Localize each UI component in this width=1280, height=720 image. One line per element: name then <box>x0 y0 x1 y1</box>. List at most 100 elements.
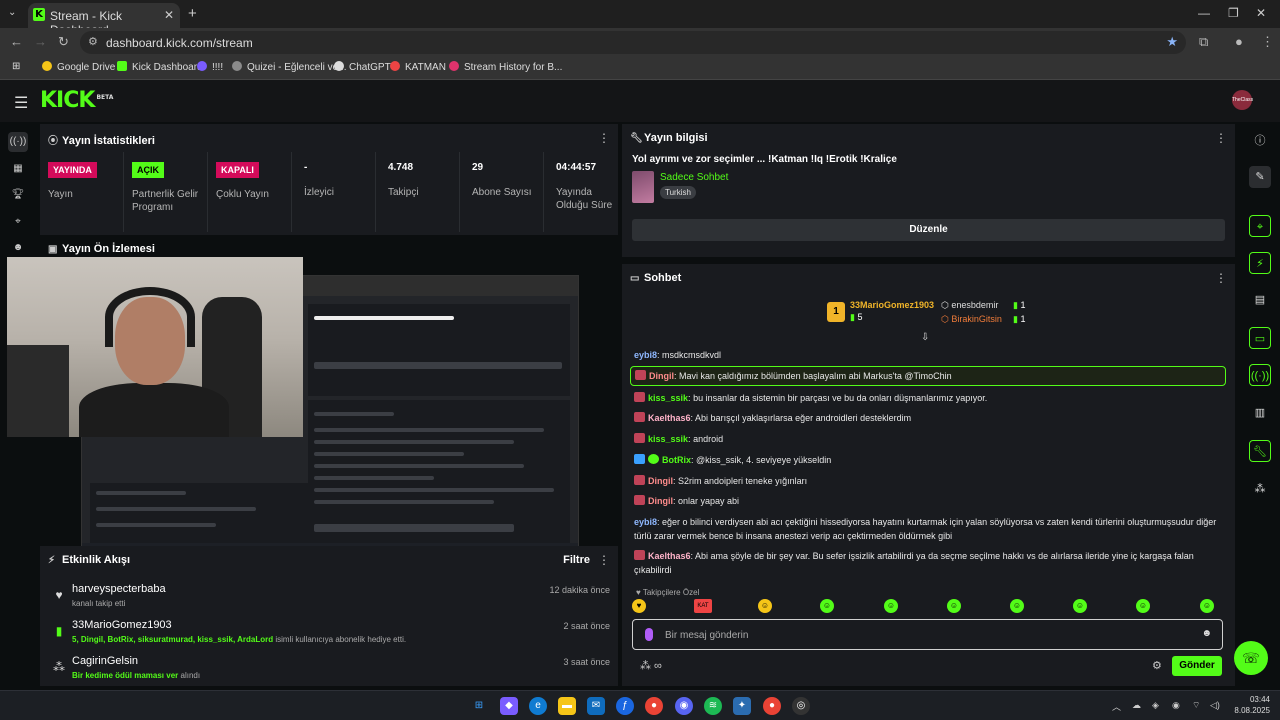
avatar[interactable]: TheClass <box>1232 90 1253 110</box>
kick-logo[interactable]: KICK BETA <box>40 88 113 113</box>
shapes-icon[interactable]: ⁂ <box>1249 478 1271 500</box>
close-tab-icon[interactable]: ✕ <box>164 8 174 22</box>
emoji-icon[interactable]: ☻ <box>1201 628 1212 639</box>
vpn-icon[interactable]: ✦ <box>733 697 751 715</box>
emote-icon[interactable]: ☺ <box>758 599 772 613</box>
gift-icon: ▮ <box>55 624 63 638</box>
gifter-3[interactable]: ⬡ BirakinGitsin <box>941 314 1002 325</box>
reload-icon[interactable]: ↻ <box>58 34 69 50</box>
gifter-2[interactable]: ⬡ enesbdemir <box>941 300 998 311</box>
document-icon[interactable]: ▤ <box>1249 289 1271 311</box>
emote-icon[interactable]: ☺ <box>1073 599 1087 613</box>
forward-icon[interactable]: → <box>34 34 47 49</box>
dashboard-nav-icon[interactable]: ▦ <box>8 159 28 179</box>
emote-icon[interactable]: ♥ <box>632 599 646 613</box>
obs-icon[interactable]: ◎ <box>792 697 810 715</box>
event-text: Bir kedime ödül maması ver alındı <box>72 671 201 680</box>
new-tab-icon[interactable]: + <box>188 5 197 22</box>
back-icon[interactable]: ← <box>10 34 23 49</box>
tray-chevron-icon[interactable]: ︿ <box>1112 700 1121 713</box>
browser-tab[interactable]: K Stream - Kick Dashboard ✕ <box>28 3 180 37</box>
profile-icon[interactable]: ● <box>1235 34 1243 49</box>
edit-button[interactable]: Düzenle <box>632 219 1225 241</box>
emote-icon[interactable]: ☺ <box>820 599 834 613</box>
send-button[interactable]: Gönder <box>1172 656 1222 676</box>
bookmark-star-icon[interactable]: ★ <box>1166 34 1178 50</box>
tray-cloud-icon[interactable]: ☁ <box>1132 700 1141 711</box>
event-user[interactable]: harveyspecterbaba <box>72 583 166 595</box>
chrome-active-icon[interactable]: ● <box>763 697 781 715</box>
tab-list-icon[interactable]: ⌄ <box>8 7 16 18</box>
bookmark-quizei[interactable]: Quizei - Eğlenceli ve... <box>232 61 347 73</box>
event-time: 12 dakika önce <box>549 585 610 595</box>
stats-more-icon[interactable]: ⋮ <box>598 131 610 145</box>
capture-icon[interactable]: ⌖ <box>8 212 28 232</box>
stream-nav-icon[interactable]: ((·)) <box>8 132 28 152</box>
event-user[interactable]: CagirinGelsin <box>72 655 138 667</box>
bookmark-kick-dashboard[interactable]: Kick Dashboard <box>117 61 203 73</box>
app-icon[interactable]: ƒ <box>616 697 634 715</box>
rank-badge: 1 <box>827 302 845 322</box>
category-name[interactable]: Sadece Sohbet <box>660 172 728 183</box>
menu-icon[interactable]: ☰ <box>14 93 28 113</box>
chat-settings-icon[interactable]: ⚙ <box>1152 659 1162 672</box>
bookmark-exclaim[interactable]: !!!! <box>197 61 223 73</box>
mail-icon[interactable]: ✉ <box>587 697 605 715</box>
broadcast-icon[interactable]: ((·)) <box>1249 364 1271 386</box>
apps-grid-icon[interactable]: ⊞ <box>12 61 20 72</box>
stream-preview[interactable] <box>7 257 618 554</box>
extensions-infinity-icon[interactable]: ⁂ ∞ <box>640 659 662 672</box>
wrench-icon[interactable]: 🔧︎ <box>1249 440 1271 462</box>
community-icon[interactable]: ☻ <box>8 238 28 258</box>
edge-icon[interactable]: e <box>529 697 547 715</box>
site-settings-icon[interactable]: ⚙ <box>88 35 98 48</box>
chrome-icon[interactable]: ● <box>645 697 663 715</box>
emote-icon[interactable]: ☺ <box>947 599 961 613</box>
camera-icon[interactable]: ⌖ <box>1249 215 1271 237</box>
wifi-icon[interactable]: ⌔ <box>1192 700 1200 711</box>
emote-icon[interactable]: ☺ <box>884 599 898 613</box>
emote-icon[interactable]: ☺ <box>1136 599 1150 613</box>
stream-info-title: 🔧︎Yayın bilgisi <box>630 132 708 144</box>
emote-icon[interactable]: KAT <box>694 599 712 613</box>
minimize-icon[interactable]: — <box>1198 6 1210 20</box>
emote-icon[interactable]: ☺ <box>1010 599 1024 613</box>
chat-scroll-icon[interactable]: ⇩ <box>921 332 929 343</box>
events-more-icon[interactable]: ⋮ <box>598 553 610 567</box>
bookmark-katman[interactable]: KATMAN <box>390 61 446 73</box>
bookmark-chatgpt[interactable]: ChatGPT <box>334 61 391 73</box>
layers-icon[interactable]: ▥ <box>1249 402 1271 424</box>
support-chat-button[interactable]: ☏ <box>1234 641 1268 675</box>
bookmark-stream-history[interactable]: Stream History for B... <box>449 61 562 73</box>
url-omnibox[interactable]: ⚙ dashboard.kick.com/stream ★ <box>80 31 1186 54</box>
tray-app-icon[interactable]: ◈ <box>1152 700 1159 711</box>
spotify-icon[interactable]: ≋ <box>704 697 722 715</box>
extensions-icon[interactable]: ⧉ <box>1199 34 1208 50</box>
stream-info-more-icon[interactable]: ⋮ <box>1215 131 1227 145</box>
chat-icon[interactable]: ▭ <box>1249 327 1271 349</box>
top-gifter-name[interactable]: 33MarioGomez1903 <box>850 300 934 310</box>
close-window-icon[interactable]: ✕ <box>1256 6 1266 20</box>
microphone-icon[interactable] <box>645 628 653 641</box>
maximize-icon[interactable]: ❐ <box>1228 6 1239 20</box>
browser-menu-icon[interactable]: ⋮ <box>1261 34 1274 50</box>
tray-discord-icon[interactable]: ◉ <box>1172 700 1180 711</box>
event-user[interactable]: 33MarioGomez1903 <box>72 619 172 631</box>
edit-icon[interactable]: ✎ <box>1249 166 1271 188</box>
copilot-icon[interactable]: ◆ <box>500 697 518 715</box>
chat-more-icon[interactable]: ⋮ <box>1215 271 1227 285</box>
start-icon[interactable]: ⊞ <box>470 697 488 715</box>
volume-icon[interactable]: ◁) <box>1210 700 1220 711</box>
clock[interactable]: 03:44 8.08.2025 <box>1234 694 1270 716</box>
kick-header: ☰ KICK BETA TheClass <box>0 80 1280 122</box>
info-icon[interactable]: ⓘ <box>1249 130 1271 152</box>
file-explorer-icon[interactable]: ▬ <box>558 697 576 715</box>
emote-icon[interactable]: ☺ <box>1200 599 1214 613</box>
filter-button[interactable]: Filtre <box>563 554 590 566</box>
bookmark-google-drive[interactable]: Google Drive <box>42 61 115 73</box>
discord-icon[interactable]: ◉ <box>675 697 693 715</box>
chat-message-input[interactable] <box>665 628 1185 642</box>
lightning-icon[interactable]: ⚡︎ <box>1249 252 1271 274</box>
preview-title: ▣ Yayın Ön İzlemesi <box>48 243 155 255</box>
trophy-icon[interactable]: 🏆︎ <box>8 185 28 205</box>
